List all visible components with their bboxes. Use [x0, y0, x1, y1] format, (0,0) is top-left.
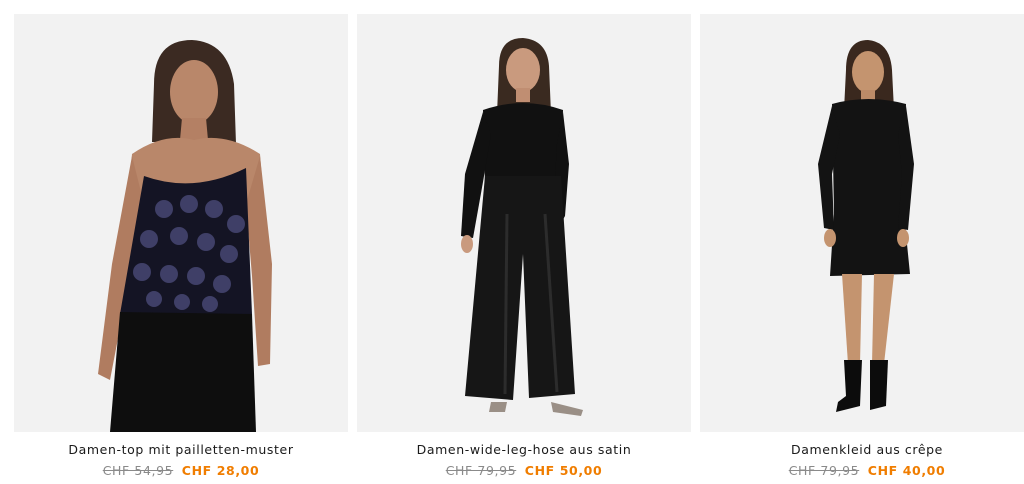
product-image[interactable]: [357, 14, 691, 432]
product-name[interactable]: Damen-wide-leg-hose aus satin: [357, 442, 691, 457]
original-price: CHF 54,95: [102, 463, 174, 478]
product-card[interactable]: Damen-wide-leg-hose aus satin CHF 79,95 …: [357, 14, 691, 478]
price-row: CHF 54,95 CHF 28,00: [14, 463, 348, 478]
product-image[interactable]: [700, 14, 1024, 432]
product-name[interactable]: Damen-top mit pailletten-muster: [14, 442, 348, 457]
price-row: CHF 79,95 CHF 40,00: [700, 463, 1024, 478]
sale-price: CHF 28,00: [181, 463, 260, 478]
product-name[interactable]: Damenkleid aus crêpe: [700, 442, 1024, 457]
product-card[interactable]: Damen-top mit pailletten-muster CHF 54,9…: [14, 14, 348, 478]
product-card[interactable]: Damenkleid aus crêpe CHF 79,95 CHF 40,00: [700, 14, 1024, 478]
model-photo-crepe-dress: [818, 40, 914, 412]
product-image[interactable]: [14, 14, 348, 432]
sale-price: CHF 40,00: [867, 463, 946, 478]
price-row: CHF 79,95 CHF 50,00: [357, 463, 691, 478]
original-price: CHF 79,95: [788, 463, 860, 478]
original-price: CHF 79,95: [445, 463, 517, 478]
model-photo-wide-leg-trousers: [461, 38, 583, 416]
model-photo-sequin-top: [98, 40, 272, 432]
sale-price: CHF 50,00: [524, 463, 603, 478]
